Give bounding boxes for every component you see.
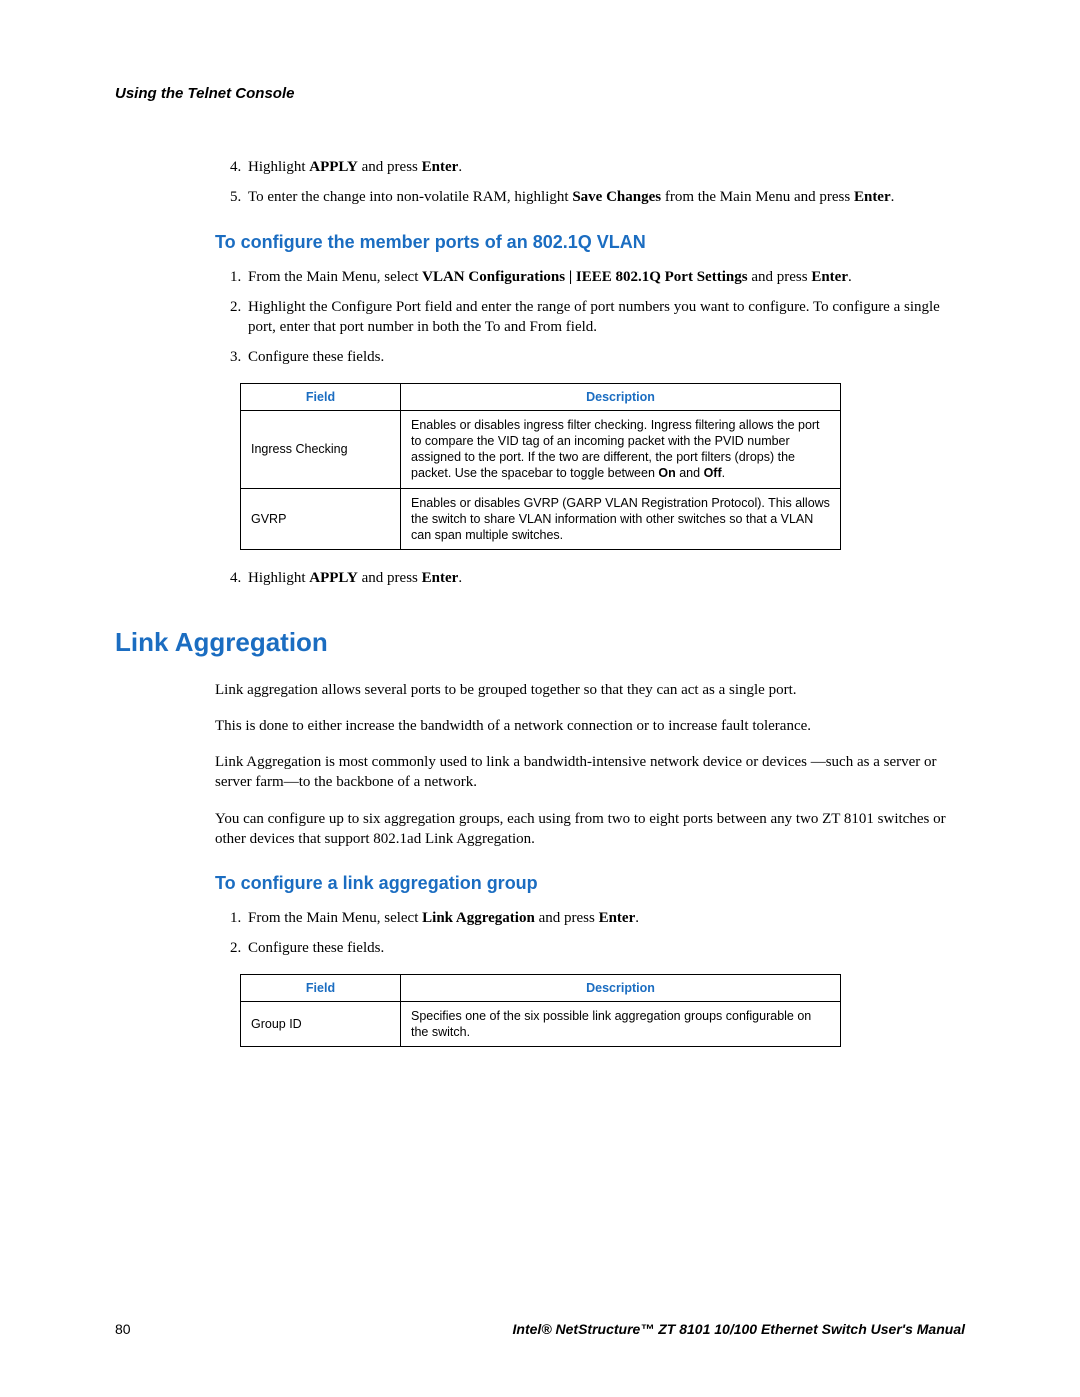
table-cell-desc: Enables or disables ingress filter check… [401, 410, 841, 488]
link-agg-fields-table: Field Description Group ID Specifies one… [240, 974, 841, 1048]
text: Highlight [248, 159, 309, 175]
content-block-1: Highlight APPLY and press Enter. To ente… [215, 157, 965, 589]
table-cell-field: Group ID [241, 1001, 401, 1047]
list-item: Highlight APPLY and press Enter. [245, 157, 965, 177]
table-row: Ingress Checking Enables or disables ing… [241, 410, 841, 488]
list-item: Configure these fields. [245, 347, 965, 367]
paragraph: You can configure up to six aggregation … [215, 809, 965, 850]
table-header-row: Field Description [241, 974, 841, 1001]
list-item: From the Main Menu, select Link Aggregat… [245, 908, 965, 928]
vlan-fields-table: Field Description Ingress Checking Enabl… [240, 383, 841, 551]
text: To enter the change into non-volatile RA… [248, 189, 572, 205]
paragraph: This is done to either increase the band… [215, 716, 965, 736]
paragraph: Link aggregation allows several ports to… [215, 680, 965, 700]
link-agg-steps-list: From the Main Menu, select Link Aggregat… [215, 908, 965, 959]
table-row: Group ID Specifies one of the six possib… [241, 1001, 841, 1047]
page-header: Using the Telnet Console [115, 85, 965, 102]
bold-text: APPLY [309, 159, 358, 175]
content-block-2: Link aggregation allows several ports to… [215, 680, 965, 1048]
bold-text: Enter [422, 570, 459, 586]
table-header-description: Description [401, 974, 841, 1001]
text: and [676, 466, 704, 480]
text: . [458, 570, 462, 586]
page-footer: 80 Intel® NetStructure™ ZT 8101 10/100 E… [115, 1321, 965, 1337]
list-item: Configure these fields. [245, 938, 965, 958]
text: and press [748, 269, 812, 285]
text: From the Main Menu, select [248, 269, 422, 285]
text: . [848, 269, 852, 285]
bold-text: Save Changes [572, 189, 661, 205]
page-number: 80 [115, 1321, 131, 1337]
bold-text: Enter [422, 159, 459, 175]
continued-list-2: Highlight APPLY and press Enter. [215, 568, 965, 588]
vlan-steps-list: From the Main Menu, select VLAN Configur… [215, 267, 965, 368]
paragraph: Link Aggregation is most commonly used t… [215, 752, 965, 793]
bold-text: VLAN Configurations | IEEE 802.1Q Port S… [422, 269, 747, 285]
footer-title: Intel® NetStructure™ ZT 8101 10/100 Ethe… [513, 1321, 965, 1337]
bold-text: Enter [599, 910, 636, 926]
table-header-row: Field Description [241, 383, 841, 410]
heading-link-aggregation: Link Aggregation [115, 627, 965, 658]
text: . [458, 159, 462, 175]
text: and press [535, 910, 599, 926]
table-header-field: Field [241, 383, 401, 410]
table-cell-field: GVRP [241, 488, 401, 550]
list-item: Highlight the Configure Port field and e… [245, 297, 965, 338]
table-cell-field: Ingress Checking [241, 410, 401, 488]
table-row: GVRP Enables or disables GVRP (GARP VLAN… [241, 488, 841, 550]
text: Highlight [248, 570, 309, 586]
text: . [891, 189, 895, 205]
table-header-field: Field [241, 974, 401, 1001]
list-item: To enter the change into non-volatile RA… [245, 187, 965, 207]
continued-list-1: Highlight APPLY and press Enter. To ente… [215, 157, 965, 208]
text: and press [358, 570, 422, 586]
list-item: From the Main Menu, select VLAN Configur… [245, 267, 965, 287]
subheading-vlan: To configure the member ports of an 802.… [215, 232, 965, 253]
bold-text: Enter [854, 189, 891, 205]
bold-text: Link Aggregation [422, 910, 535, 926]
text: and press [358, 159, 422, 175]
text: Enables or disables ingress filter check… [411, 418, 820, 481]
text: From the Main Menu, select [248, 910, 422, 926]
table-cell-desc: Enables or disables GVRP (GARP VLAN Regi… [401, 488, 841, 550]
text: . [722, 466, 725, 480]
table-header-description: Description [401, 383, 841, 410]
list-item: Highlight APPLY and press Enter. [245, 568, 965, 588]
text: from the Main Menu and press [661, 189, 854, 205]
subheading-link-agg-group: To configure a link aggregation group [215, 873, 965, 894]
bold-text: On [658, 466, 675, 480]
bold-text: APPLY [309, 570, 358, 586]
text: . [635, 910, 639, 926]
table-cell-desc: Specifies one of the six possible link a… [401, 1001, 841, 1047]
bold-text: Off [704, 466, 722, 480]
bold-text: Enter [811, 269, 848, 285]
